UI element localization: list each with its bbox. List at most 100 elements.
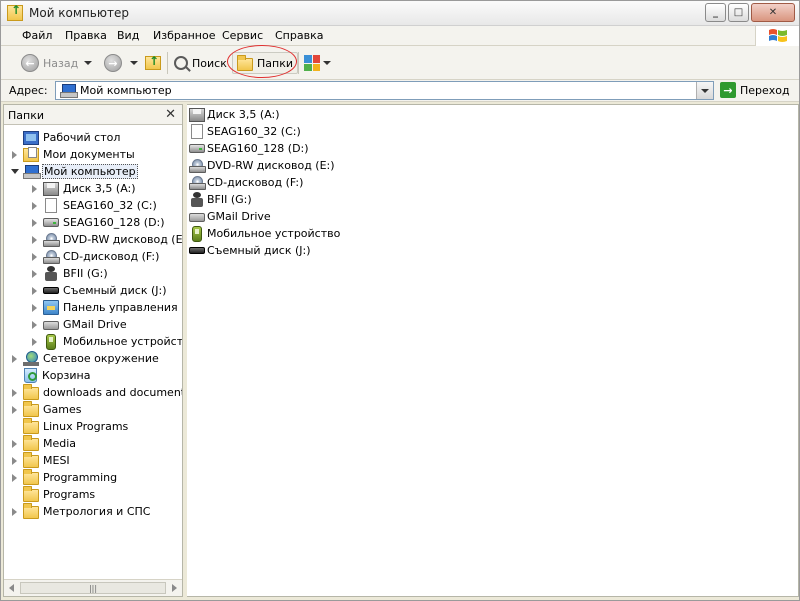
horizontal-scrollbar[interactable]: ||| [4,579,182,596]
tree-node[interactable]: BFII (G:) [30,265,109,282]
scroll-left-button[interactable] [4,581,19,595]
menu-favorites[interactable]: Избранное [153,29,215,42]
scrollbar-thumb[interactable]: ||| [20,582,166,594]
tree-node[interactable]: Рабочий стол [10,129,121,146]
drive-list-item[interactable]: SEAG160_32 (C:) [189,123,301,140]
chevron-right-icon [32,252,37,261]
scroll-right-button[interactable] [167,581,182,595]
chevron-right-icon [32,320,37,329]
expand-arrow-icon[interactable] [10,439,19,448]
expand-arrow-icon[interactable] [30,286,39,295]
tree-node[interactable]: Мобильное устройство [30,333,183,350]
collapse-arrow-icon[interactable] [10,167,19,176]
maximize-button[interactable]: □ [728,3,749,22]
close-button[interactable]: ✕ [751,3,795,22]
window-title: Мой компьютер [29,6,129,20]
window-folder-icon [7,3,23,21]
expand-arrow-icon[interactable] [10,388,19,397]
address-label: Адрес: [9,84,48,97]
tree-node[interactable]: Media [10,435,77,452]
tree-node[interactable]: Games [10,401,82,418]
tree-node-label: Мобильное устройство [63,335,183,348]
chevron-right-icon [32,201,37,210]
drive-list-item[interactable]: DVD-RW дисковод (E:) [189,157,335,174]
expand-arrow-icon[interactable] [30,184,39,193]
go-button[interactable]: → Переход [720,82,790,98]
tree-node[interactable]: downloads and documents [10,384,182,401]
tree-node[interactable]: Linux Programs [10,418,129,435]
expand-arrow-icon[interactable] [10,473,19,482]
back-label: Назад [43,56,79,70]
tree-node[interactable]: Мой компьютер [10,163,138,180]
expand-arrow-icon[interactable] [30,337,39,346]
menu-view[interactable]: Вид [117,29,139,42]
expand-arrow-icon[interactable] [30,269,39,278]
menu-file[interactable]: Файл [22,29,52,42]
drive-list-item[interactable]: Мобильное устройство [189,225,340,242]
chevron-right-icon [32,235,37,244]
title-bar[interactable]: Мой компьютер _ □ ✕ [1,1,799,26]
tree-node[interactable]: DVD-RW дисковод (E:) [30,231,182,248]
expand-arrow-icon[interactable] [30,320,39,329]
folder-tree: Рабочий стол Мои документы Мой компьютер Ди… [4,129,182,579]
tree-node[interactable]: Programs [10,486,96,503]
drive-list-item[interactable]: GMail Drive [189,208,271,225]
tree-node[interactable]: Сетевое окружение [10,350,160,367]
tree-node[interactable]: MESI [10,452,71,469]
page-icon [45,198,57,213]
back-button[interactable]: ← Назад [21,52,78,74]
address-dropdown-button[interactable] [696,82,713,99]
expand-arrow-icon[interactable] [30,218,39,227]
chevron-right-icon [32,269,37,278]
expand-arrow-icon[interactable] [30,201,39,210]
tree-node-label: CD-дисковод (F:) [63,250,160,263]
expand-arrow-icon[interactable] [10,354,19,363]
expand-arrow-icon[interactable] [10,456,19,465]
expand-arrow-icon[interactable] [30,235,39,244]
removable-disk-icon [189,247,205,254]
forward-history-dropdown[interactable] [130,52,138,74]
chevron-right-icon [12,439,17,448]
tree-node[interactable]: Корзина [10,367,91,384]
floppy-drive-icon [189,107,205,122]
mobile-device-icon [192,225,202,242]
tree-node[interactable]: Панель управления [30,299,179,316]
drive-label: CD-дисковод (F:) [207,176,304,189]
up-folder-button[interactable] [145,52,161,74]
tree-node[interactable]: SEAG160_128 (D:) [30,214,166,231]
tree-node[interactable]: GMail Drive [30,316,128,333]
chevron-right-icon [12,405,17,414]
tree-node-label: Корзина [42,369,91,382]
menu-edit[interactable]: Правка [65,29,107,42]
tree-node[interactable]: Съемный диск (J:) [30,282,168,299]
my-documents-icon [23,146,39,162]
forward-button[interactable]: → [104,52,122,74]
drive-list-item[interactable]: BFII (G:) [189,191,252,208]
tree-node-label: Метрология и СПС [43,505,151,518]
tree-node[interactable]: Диск 3,5 (A:) [30,180,137,197]
expand-arrow-icon[interactable] [30,303,39,312]
tree-node[interactable]: Метрология и СПС [10,503,151,520]
expand-arrow-icon[interactable] [30,252,39,261]
drive-list-item[interactable]: Диск 3,5 (A:) [189,106,280,123]
drive-list-item[interactable]: SEAG160_128 (D:) [189,140,309,157]
expand-arrow-icon[interactable] [10,507,19,516]
drive-list-item[interactable]: CD-дисковод (F:) [189,174,303,191]
windows-logo-icon [755,26,799,46]
tree-node[interactable]: SEAG160_32 (C:) [30,197,158,214]
menu-help[interactable]: Справка [275,29,323,42]
tree-node[interactable]: Programming [10,469,118,486]
address-field[interactable]: Мой компьютер [55,81,714,100]
tree-node[interactable]: CD-дисковод (F:) [30,248,160,265]
chevron-right-icon [12,507,17,516]
drive-list-item[interactable]: Съемный диск (J:) [189,242,311,259]
minimize-button[interactable]: _ [705,3,726,22]
expand-arrow-icon[interactable] [10,150,19,159]
expand-arrow-icon[interactable] [10,405,19,414]
tree-node[interactable]: Мои документы [10,146,136,163]
back-history-dropdown[interactable] [84,52,92,74]
menu-tools[interactable]: Сервис [222,29,263,42]
search-button[interactable]: Поиск [174,52,227,74]
close-pane-icon[interactable]: ✕ [165,107,176,122]
views-button[interactable] [304,52,331,74]
